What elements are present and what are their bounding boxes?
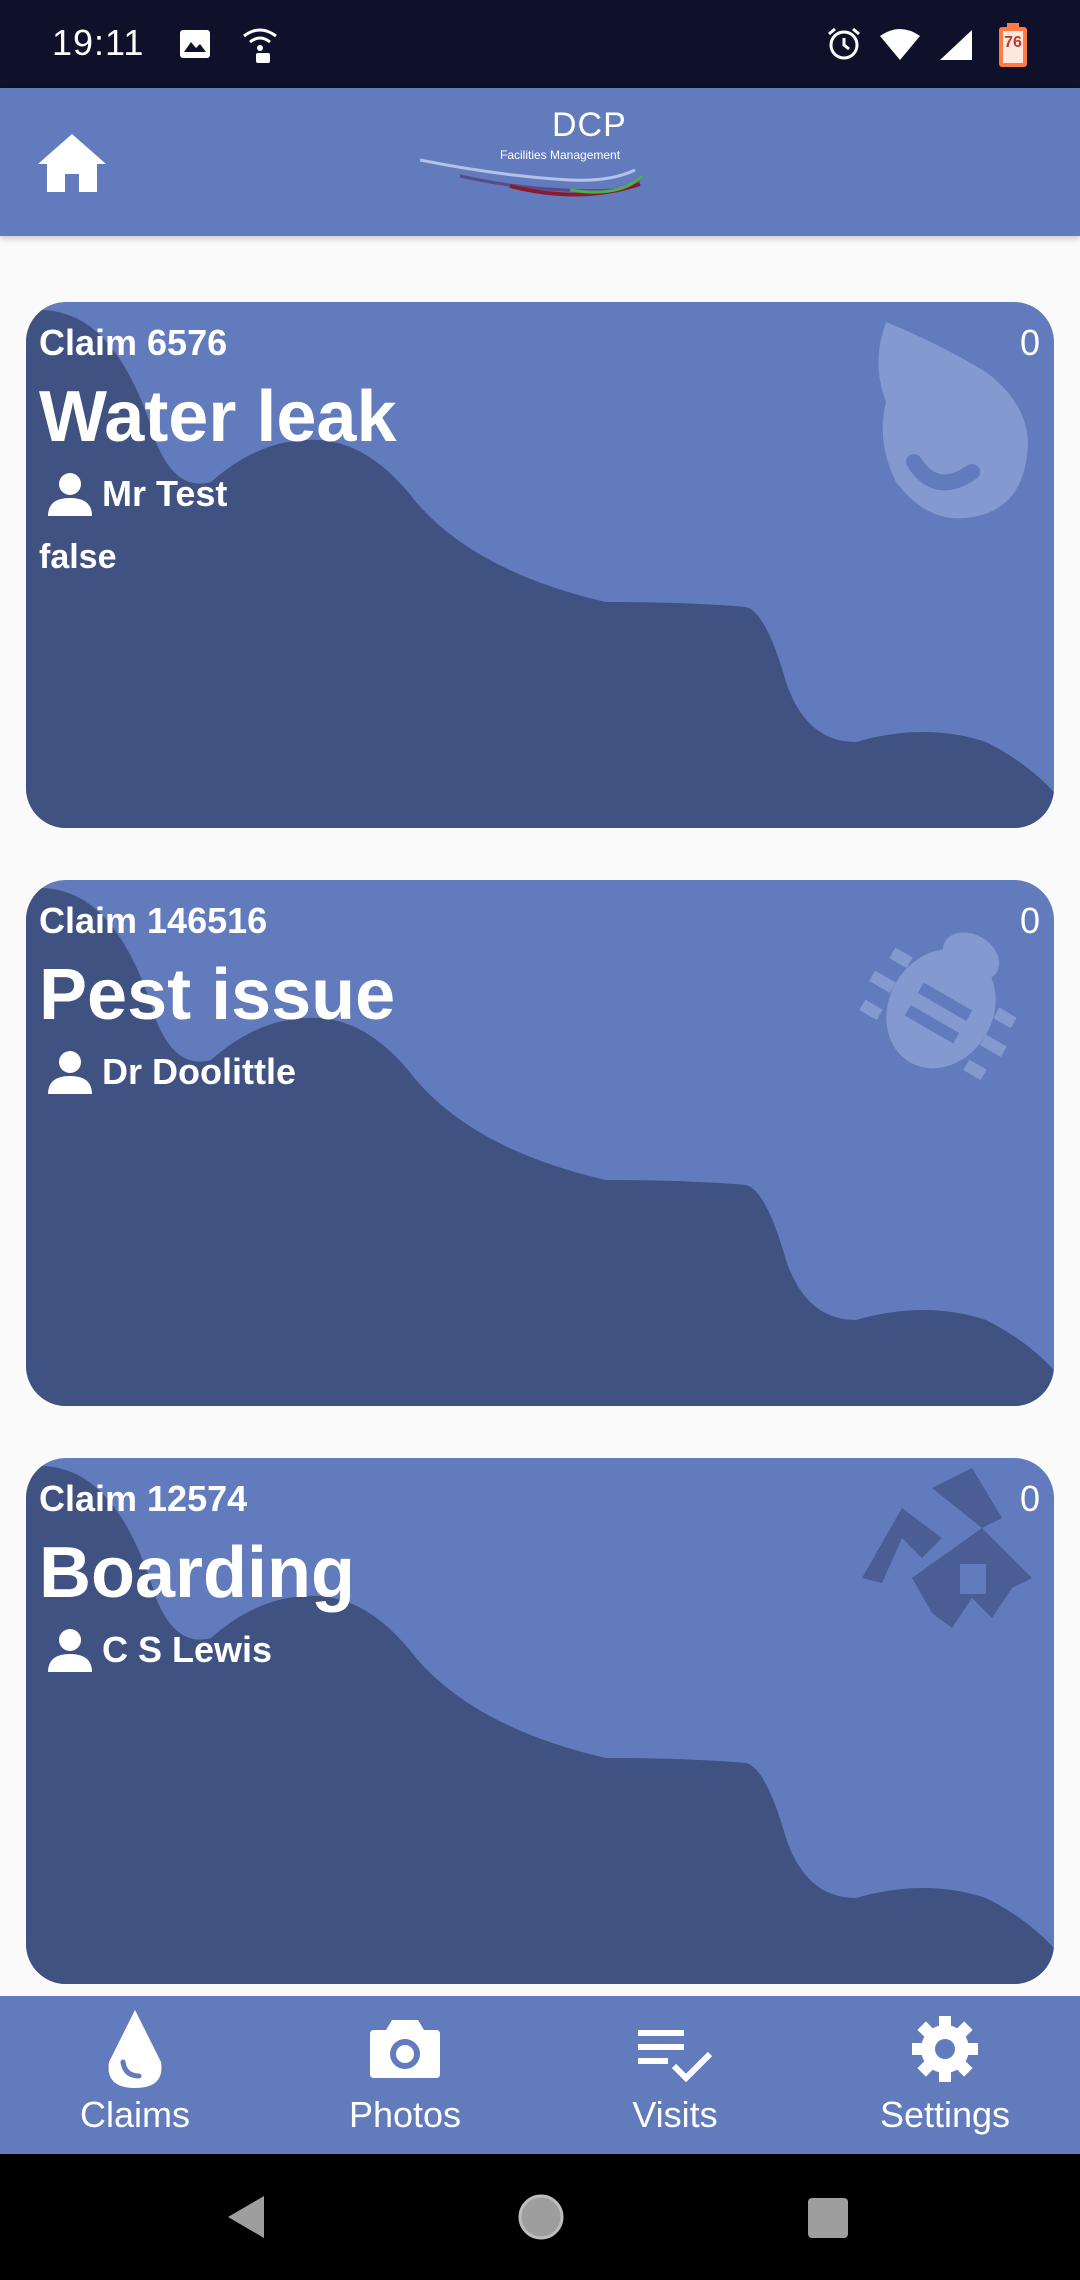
claim-person: Mr Test bbox=[46, 470, 227, 518]
nav-label: Photos bbox=[348, 2094, 462, 2135]
cell-signal-icon bbox=[940, 30, 972, 60]
nav-label: Visits bbox=[632, 2094, 718, 2135]
person-icon bbox=[48, 473, 92, 516]
status-bar: 19:11 76 bbox=[0, 0, 1080, 88]
water-drop-icon bbox=[878, 322, 1028, 519]
nav-claims[interactable]: Claims bbox=[0, 1996, 270, 2154]
person-name: C S Lewis bbox=[102, 1629, 273, 1670]
claim-title: Water leak bbox=[39, 377, 397, 457]
status-time: 19:11 bbox=[52, 22, 145, 63]
battery-level: 76 bbox=[1004, 34, 1022, 51]
claim-number: Claim 6576 bbox=[39, 322, 228, 363]
claim-number: Claim 12574 bbox=[39, 1478, 248, 1519]
bottom-nav: Claims Photos Visits Settings bbox=[0, 1996, 1080, 2154]
nav-visits[interactable]: Visits bbox=[540, 1996, 810, 2154]
app-bar: DCP Facilities Management bbox=[0, 88, 1080, 236]
person-name: Mr Test bbox=[102, 473, 228, 514]
wifi-signal-icon bbox=[880, 29, 920, 60]
water-drop-icon bbox=[108, 2010, 162, 2088]
nav-settings[interactable]: Settings bbox=[810, 1996, 1080, 2154]
claim-count: 0 bbox=[1019, 322, 1040, 363]
camera-icon bbox=[370, 2020, 440, 2078]
person-icon bbox=[48, 1051, 92, 1094]
image-notification-icon bbox=[180, 30, 210, 58]
claim-person: C S Lewis bbox=[46, 1626, 272, 1674]
claim-count: 0 bbox=[1019, 1478, 1040, 1519]
nav-label: Claims bbox=[79, 2094, 190, 2135]
home-button[interactable] bbox=[36, 132, 108, 194]
claim-count: 0 bbox=[1019, 900, 1040, 941]
claim-card[interactable]: Claim 12574 0 Boarding C S Lewis bbox=[26, 1458, 1054, 1984]
gear-icon bbox=[912, 2016, 978, 2082]
person-icon bbox=[48, 1629, 92, 1672]
claim-card[interactable]: Claim 146516 0 Pest issue Dr Doolittle bbox=[26, 880, 1054, 1406]
home-circle-icon[interactable] bbox=[516, 2192, 566, 2242]
home-icon bbox=[38, 134, 106, 192]
system-nav-bar bbox=[0, 2154, 1080, 2280]
wifi-call-icon bbox=[243, 28, 277, 63]
person-name: Dr Doolittle bbox=[102, 1051, 296, 1092]
back-icon[interactable] bbox=[226, 2194, 266, 2240]
checklist-icon bbox=[638, 2030, 712, 2082]
nav-label: Settings bbox=[879, 2094, 1011, 2135]
broken-house-icon bbox=[862, 1468, 1032, 1628]
alarm-icon bbox=[828, 27, 860, 60]
claim-card[interactable]: Claim 6576 0 Water leak Mr Test false bbox=[26, 302, 1054, 828]
claim-title: Boarding bbox=[39, 1533, 355, 1613]
claim-person: Dr Doolittle bbox=[46, 1048, 296, 1096]
claim-status: false bbox=[39, 538, 117, 576]
nav-photos[interactable]: Photos bbox=[270, 1996, 540, 2154]
logo-title: DCP bbox=[552, 106, 627, 144]
claim-title: Pest issue bbox=[39, 955, 396, 1035]
claim-number: Claim 146516 bbox=[39, 900, 268, 941]
bug-icon bbox=[859, 932, 1017, 1081]
recents-icon[interactable] bbox=[808, 2198, 848, 2238]
company-logo: DCP Facilities Management bbox=[420, 106, 650, 216]
logo-swoosh bbox=[420, 158, 644, 197]
